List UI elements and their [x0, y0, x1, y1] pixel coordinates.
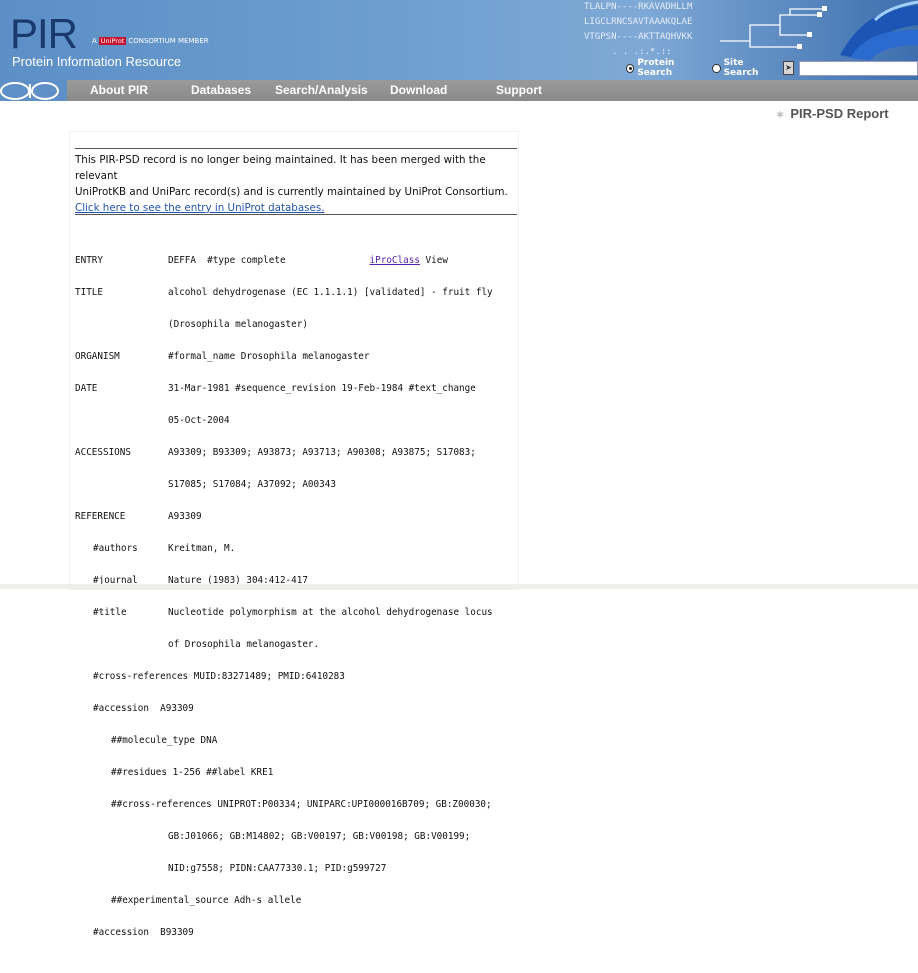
- record-row-ref-title-cont: of Drosophila melanogaster.: [168, 639, 320, 650]
- record-row-title: TITLE alcohol dehydrogenase (EC 1.1.1.1) …: [75, 287, 493, 298]
- search-bar: Protein Search Site Search ➤: [626, 58, 918, 78]
- record-row-molecule: ##molecule_type DNA: [111, 735, 218, 746]
- consortium-prefix: A: [92, 37, 97, 45]
- record-row-xref-cont: NID:g7558; PIDN:CAA77330.1; PID:g599727: [168, 863, 387, 874]
- nav-search-analysis[interactable]: Search/Analysis: [275, 80, 368, 101]
- record-row-accession: #accession A93309: [93, 703, 194, 714]
- record-panel: This PIR-PSD record is no longer being m…: [70, 132, 518, 938]
- page-title: ✶ PIR-PSD Report: [776, 106, 889, 121]
- page-title-text: PIR-PSD Report: [790, 106, 889, 121]
- nav-about-pir[interactable]: About PIR: [90, 80, 148, 101]
- record-row-date-cont: 05-Oct-2004: [168, 415, 230, 426]
- notice-line: This PIR-PSD record is no longer being m…: [75, 154, 486, 182]
- record-row-accession: #accession B93309: [93, 927, 194, 938]
- notice-line: UniProtKB and UniParc record(s) and is c…: [75, 186, 508, 198]
- divider: [75, 148, 517, 149]
- protein-search-radio[interactable]: [626, 63, 635, 73]
- iproclass-link[interactable]: iProClass: [370, 255, 420, 266]
- nav-support[interactable]: Support: [496, 80, 542, 101]
- record-row-residues: ##residues 1-256 ##label KRE1: [111, 767, 274, 778]
- site-search-label[interactable]: Site Search: [724, 58, 776, 78]
- psd-record: ENTRY DEFFA #type complete iProClass View …: [75, 237, 493, 973]
- record-row-title-cont: (Drosophila melanogaster): [168, 319, 308, 330]
- nav-logo[interactable]: [0, 80, 67, 101]
- record-row-xref-cont: GB:J01066; GB:M14802; GB:V00197; GB:V001…: [168, 831, 471, 842]
- site-search-radio[interactable]: [712, 63, 721, 73]
- record-row-xref: ##cross-references UNIPROT:P00334; UNIPA…: [111, 799, 492, 810]
- record-row-experimental: ##experimental_source Adh-s allele: [111, 895, 302, 906]
- status-strip: [0, 584, 918, 589]
- star-icon: ✶: [776, 110, 785, 121]
- record-row-crossref: #cross-references MUID:83271489; PMID:64…: [93, 671, 345, 682]
- divider: [75, 214, 517, 215]
- site-header-banner: PIR A UniProt CONSORTIUM MEMBER Protein …: [0, 0, 918, 80]
- deprecation-notice: This PIR-PSD record is no longer being m…: [75, 152, 515, 216]
- record-row-organism: ORGANISM #formal_name Drosophila melanoga…: [75, 351, 370, 362]
- consortium-member-badge: A UniProt CONSORTIUM MEMBER: [92, 37, 209, 45]
- uniprot-badge: UniProt: [98, 37, 127, 45]
- protein-structure-icon: [840, 0, 918, 60]
- consortium-suffix: CONSORTIUM MEMBER: [128, 37, 209, 45]
- record-row-reference: REFERENCE A93309: [75, 511, 202, 522]
- phylogenetic-tree-icon: [720, 6, 827, 49]
- pir-logo[interactable]: PIR: [10, 10, 78, 58]
- search-go-button[interactable]: ➤: [782, 61, 795, 75]
- nav-download[interactable]: Download: [390, 80, 447, 101]
- record-row-entry: ENTRY DEFFA #type complete iProClass View: [75, 255, 448, 266]
- record-row-accessions: ACCESSIONS A93309; B93309; A93873; A93713…: [75, 447, 476, 458]
- record-row-authors: #authors Kreitman, M.: [93, 543, 236, 554]
- record-row-accessions-cont: S17085; S17084; A37092; A00343: [168, 479, 336, 490]
- nav-databases[interactable]: Databases: [191, 80, 251, 101]
- site-tagline: Protein Information Resource: [12, 54, 182, 69]
- record-row-ref-title: #title Nucleotide polymorphism at the alc…: [93, 607, 493, 618]
- protein-search-label[interactable]: Protein Search: [637, 58, 705, 78]
- main-nav: About PIR Databases Search/Analysis Down…: [0, 80, 918, 101]
- record-row-date: DATE 31-Mar-1981 #sequence_revision 19-Fe…: [75, 383, 476, 394]
- search-input[interactable]: [799, 60, 918, 76]
